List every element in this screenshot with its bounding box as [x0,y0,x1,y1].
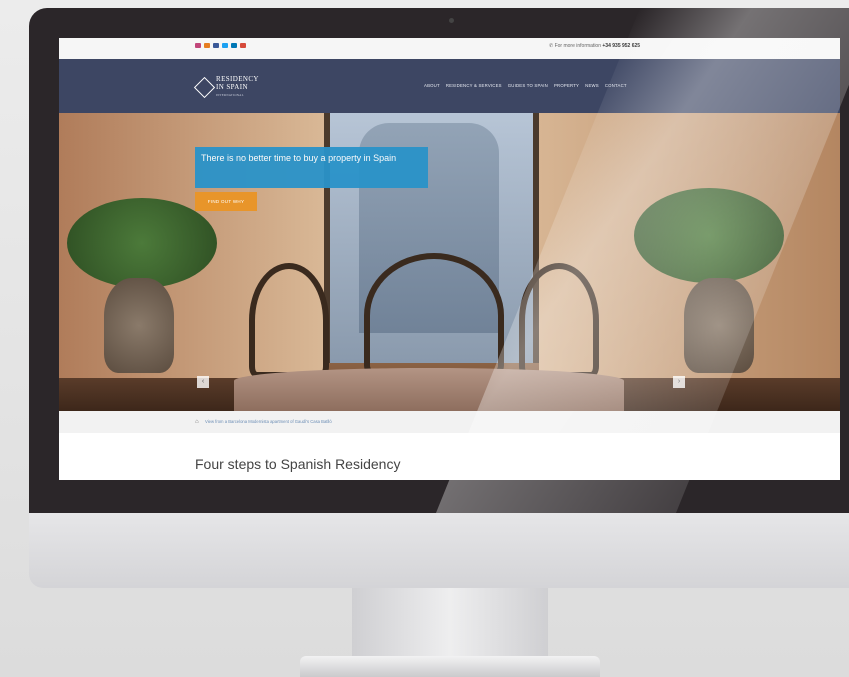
facebook-icon[interactable] [213,43,219,48]
hero-banner: There is no better time to buy a propert… [195,147,428,188]
hero-headline: There is no better time to buy a propert… [201,153,397,163]
nav-item-residency-services[interactable]: RESIDENCY & SERVICES [446,83,502,88]
logo-subtitle: INTERNATIONAL [216,93,244,97]
contact-info: ✆ For more information +34 935 952 625 [549,43,640,49]
monitor-stand-base [300,656,600,677]
find-out-why-button[interactable]: FIND OUT WHY [195,192,257,211]
top-bar: ✆ For more information +34 935 952 625 [59,38,840,59]
image-caption: View from a Barcelona Modernista apartme… [205,419,332,424]
nav-item-contact[interactable]: CONTACT [605,83,627,88]
monitor-chin [29,513,849,588]
social-icons [195,43,246,48]
main-nav: RESIDENCY IN SPAIN INTERNATIONAL ABOUT R… [59,59,840,113]
slider-prev-button[interactable]: ‹ [197,376,209,388]
linkedin-icon[interactable] [231,43,237,48]
phone-icon: ✆ [549,43,554,49]
hero-slider: There is no better time to buy a propert… [59,113,840,411]
camera-icon [449,18,454,23]
twitter-icon[interactable] [222,43,228,48]
hero-chair-center [364,253,504,378]
page-heading: Four steps to Spanish Residency [195,456,401,472]
nav-item-news[interactable]: NEWS [585,83,599,88]
hero-chair-right [519,263,599,378]
nav-menu: ABOUT RESIDENCY & SERVICES GUIDES TO SPA… [424,83,627,88]
browser-screen: ✆ For more information +34 935 952 625 R… [59,38,840,480]
hero-plant-left [67,198,217,288]
logo-line2: IN SPAIN [216,83,248,91]
site-logo[interactable]: RESIDENCY IN SPAIN INTERNATIONAL [193,75,259,99]
hero-vase-left [104,278,174,373]
hero-table [234,368,624,411]
rss-icon[interactable] [204,43,210,48]
hero-chair-left [249,263,329,378]
contact-phone[interactable]: +34 935 952 625 [602,43,640,49]
slider-next-button[interactable]: › [673,376,685,388]
home-icon[interactable]: ⌂ [195,419,199,425]
hero-plant-right [634,188,784,283]
monitor-stand [352,588,548,660]
hero-vase-right [684,278,754,373]
nav-item-guides[interactable]: GUIDES TO SPAIN [508,83,548,88]
youtube-icon[interactable] [240,43,246,48]
logo-icon [193,76,216,98]
instagram-icon[interactable] [195,43,201,48]
nav-item-about[interactable]: ABOUT [424,83,440,88]
breadcrumb: ⌂ View from a Barcelona Modernista apart… [59,411,840,433]
logo-line1: RESIDENCY [216,75,259,83]
contact-prefix: For more information [554,43,601,49]
nav-item-property[interactable]: PROPERTY [554,83,579,88]
